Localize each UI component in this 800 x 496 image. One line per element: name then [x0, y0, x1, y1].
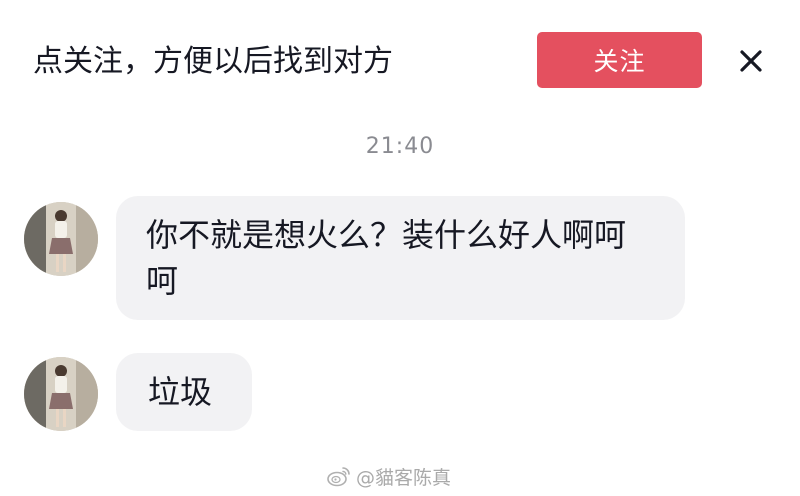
- avatar-photo: [24, 202, 98, 276]
- sender-avatar[interactable]: [24, 357, 98, 431]
- message-bubble[interactable]: 垃圾: [116, 353, 252, 431]
- follow-banner: 点关注，方便以后找到对方 关注: [0, 0, 800, 118]
- message-text: 垃圾: [148, 373, 213, 411]
- weibo-icon: [327, 467, 350, 487]
- close-button[interactable]: [730, 40, 772, 82]
- message-text: 你不就是想火么？装什么好人啊呵呵: [146, 216, 627, 300]
- watermark: @貓客陈真: [326, 462, 451, 490]
- follow-prompt: 点关注，方便以后找到对方: [33, 44, 393, 79]
- avatar-photo: [24, 357, 98, 431]
- sender-avatar[interactable]: [24, 202, 98, 276]
- message-timestamp: 21:40: [365, 134, 435, 159]
- chat-screen: 点关注，方便以后找到对方 关注 21:40 你不就是想火么？装什么好人啊呵呵 垃…: [0, 0, 800, 496]
- follow-button[interactable]: 关注: [537, 32, 702, 88]
- watermark-text: @貓客陈真: [356, 466, 452, 489]
- close-icon: [740, 50, 762, 72]
- message-bubble[interactable]: 你不就是想火么？装什么好人啊呵呵: [116, 196, 685, 320]
